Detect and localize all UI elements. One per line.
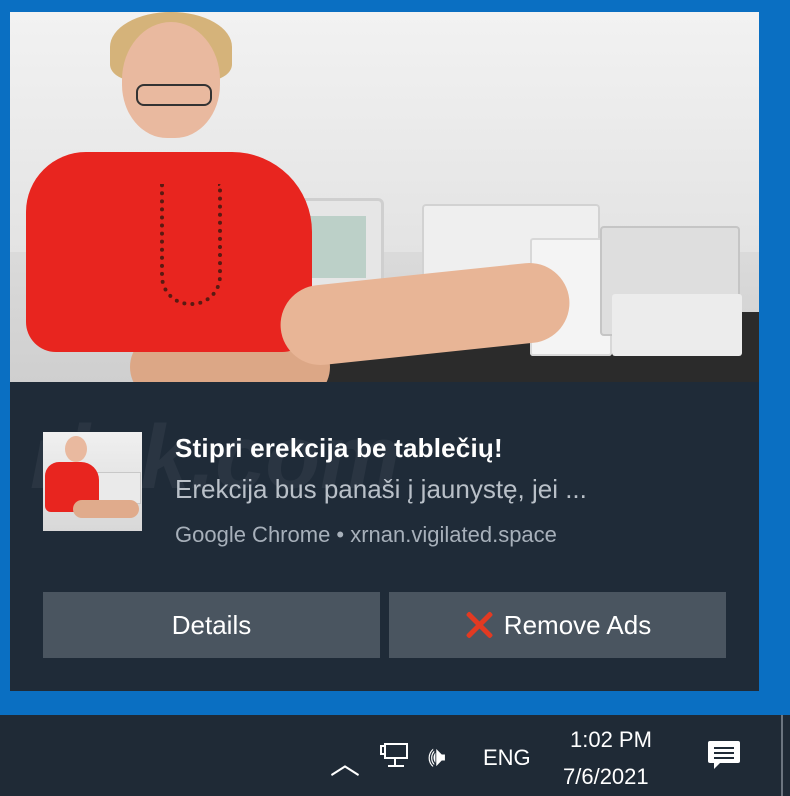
notification-source: Google Chrome • xrnan.vigilated.space [175,522,557,547]
notification-body: Erekcija bus panaši į jaunystę, jei ... [175,474,587,504]
chevron-up-icon[interactable]: ︿ [330,739,360,783]
desktop-background [759,0,790,715]
remove-ads-button-label: Remove Ads [503,609,652,640]
notification-title: Stipri erekcija be tablečių! [175,433,503,463]
clock-time[interactable]: 1:02 PM [570,727,652,753]
network-icon[interactable] [380,743,412,769]
remove-ads-button[interactable]: Remove Ads [389,592,726,658]
notification-app-thumbnail [43,432,142,531]
volume-icon[interactable]: 🕪 [428,741,446,774]
taskbar: ︿ 🕪 ENG 1:02 PM 7/6/2021 [0,715,790,796]
close-x-icon [464,610,494,640]
action-center-icon[interactable] [708,741,740,769]
show-desktop-divider[interactable] [781,715,783,796]
notification-toast[interactable]: risk.com Stipri erekcija be tablečių! Er… [10,12,759,691]
language-indicator[interactable]: ENG [483,745,531,771]
clock-date[interactable]: 7/6/2021 [563,764,649,790]
details-button-label: Details [171,609,252,640]
notification-hero-image[interactable] [10,12,759,382]
details-button[interactable]: Details [43,592,380,658]
